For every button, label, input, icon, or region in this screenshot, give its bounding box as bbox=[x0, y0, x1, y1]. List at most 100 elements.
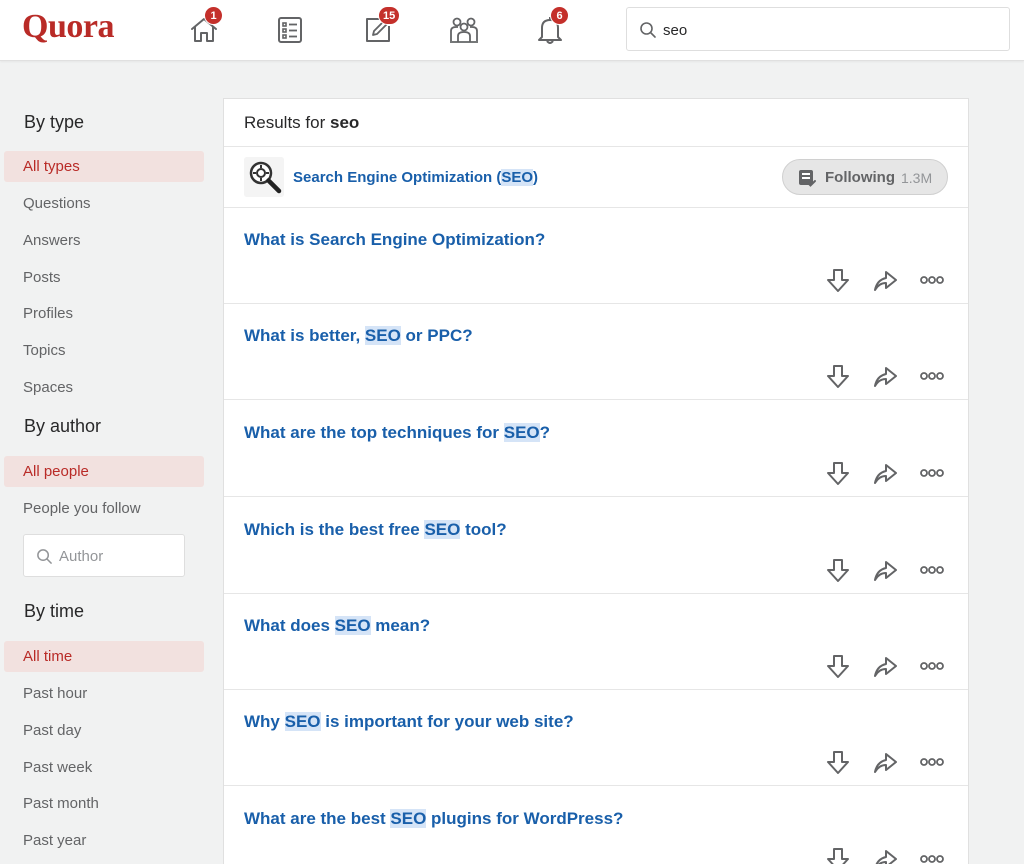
question-title-link[interactable]: What are the best SEO plugins for WordPr… bbox=[244, 809, 623, 829]
filter-all-types[interactable]: All types bbox=[4, 151, 204, 182]
notifications-badge: 6 bbox=[550, 6, 569, 25]
filter-spaces[interactable]: Spaces bbox=[4, 372, 204, 403]
question-title-link[interactable]: What is better, SEO or PPC? bbox=[244, 326, 473, 346]
question-text-after: tool? bbox=[460, 520, 507, 539]
question-text: Which is the best free bbox=[244, 520, 425, 539]
question-result-row: What is Search Engine Optimization? bbox=[224, 208, 968, 304]
more-options-button[interactable] bbox=[918, 845, 946, 864]
author-search-box[interactable] bbox=[23, 534, 185, 577]
follower-count: 1.3M bbox=[901, 170, 933, 186]
filter-topics[interactable]: Topics bbox=[4, 335, 204, 366]
filter-past-year[interactable]: Past year bbox=[4, 825, 204, 856]
topic-name-link[interactable]: Search Engine Optimization (SEO) bbox=[293, 169, 538, 186]
more-options-button[interactable] bbox=[918, 556, 946, 584]
downvote-button[interactable] bbox=[824, 459, 852, 487]
question-result-row: Why SEO is important for your web site? bbox=[224, 690, 968, 786]
results-query: seo bbox=[329, 113, 360, 132]
people-group-icon bbox=[450, 17, 478, 43]
share-icon bbox=[871, 850, 899, 864]
more-options-button[interactable] bbox=[918, 748, 946, 776]
search-input[interactable] bbox=[663, 18, 993, 42]
filter-people-you-follow[interactable]: People you follow bbox=[4, 493, 204, 524]
question-title-link[interactable]: Why SEO is important for your web site? bbox=[244, 712, 574, 732]
question-title-link[interactable]: What is Search Engine Optimization? bbox=[244, 230, 545, 250]
topic-result[interactable]: Search Engine Optimization (SEO) Followi… bbox=[224, 147, 968, 208]
following-label: Following bbox=[825, 169, 895, 186]
downvote-button[interactable] bbox=[824, 652, 852, 680]
question-text-after: is important for your web site? bbox=[320, 712, 574, 731]
following-nav-button[interactable] bbox=[272, 12, 308, 48]
question-text-after: or PPC? bbox=[400, 326, 473, 345]
share-button[interactable] bbox=[871, 556, 899, 584]
downvote-icon bbox=[824, 269, 852, 298]
more-options-button[interactable] bbox=[918, 362, 946, 390]
filter-all-people[interactable]: All people bbox=[4, 456, 204, 487]
home-nav-button[interactable]: 1 bbox=[186, 6, 223, 48]
downvote-icon bbox=[824, 365, 852, 394]
share-icon bbox=[871, 271, 899, 298]
downvote-button[interactable] bbox=[824, 266, 852, 294]
share-button[interactable] bbox=[871, 459, 899, 487]
more-options-button[interactable] bbox=[918, 652, 946, 680]
question-result-row: What is better, SEO or PPC? bbox=[224, 304, 968, 400]
filter-profiles[interactable]: Profiles bbox=[4, 298, 204, 329]
by-author-heading: By author bbox=[24, 416, 102, 436]
downvote-button[interactable] bbox=[824, 556, 852, 584]
following-button[interactable]: Following 1.3M bbox=[782, 159, 948, 195]
downvote-button[interactable] bbox=[824, 362, 852, 390]
spaces-nav-button[interactable] bbox=[446, 12, 482, 48]
question-title-link[interactable]: What are the top techniques for SEO? bbox=[244, 423, 550, 443]
more-dots-icon bbox=[918, 276, 946, 298]
following-check-icon bbox=[799, 170, 816, 187]
search-box[interactable] bbox=[626, 7, 1010, 51]
more-options-button[interactable] bbox=[918, 266, 946, 294]
more-options-button[interactable] bbox=[918, 459, 946, 487]
search-icon bbox=[640, 22, 656, 38]
quora-logo[interactable]: Quora bbox=[22, 8, 114, 46]
share-button[interactable] bbox=[871, 362, 899, 390]
filter-all-time[interactable]: All time bbox=[4, 641, 204, 672]
downvote-icon bbox=[824, 848, 852, 864]
question-text: What is Search Engine Optimization? bbox=[244, 230, 546, 249]
downvote-icon bbox=[824, 462, 852, 491]
topic-name-before: Search Engine Optimization ( bbox=[293, 169, 502, 186]
answer-nav-button[interactable]: 15 bbox=[360, 6, 401, 48]
results-prefix: Results for bbox=[244, 113, 330, 132]
question-title-link[interactable]: Which is the best free SEO tool? bbox=[244, 520, 507, 540]
more-dots-icon bbox=[918, 566, 946, 588]
question-result-row: What are the best SEO plugins for WordPr… bbox=[224, 787, 968, 864]
question-text-after: ? bbox=[539, 423, 551, 442]
share-icon bbox=[871, 753, 899, 780]
author-input[interactable] bbox=[59, 545, 179, 567]
filter-questions[interactable]: Questions bbox=[4, 188, 204, 219]
filter-past-day[interactable]: Past day bbox=[4, 715, 204, 746]
filter-posts[interactable]: Posts bbox=[4, 262, 204, 293]
question-text-after: plugins for WordPress? bbox=[426, 809, 624, 828]
share-icon bbox=[871, 561, 899, 588]
question-text: What is better, bbox=[244, 326, 365, 345]
share-button[interactable] bbox=[871, 266, 899, 294]
downvote-button[interactable] bbox=[824, 845, 852, 864]
share-button[interactable] bbox=[871, 652, 899, 680]
results-panel: Results for seo Search Engine Optimizati… bbox=[223, 98, 969, 864]
filter-past-hour[interactable]: Past hour bbox=[4, 678, 204, 709]
filter-answers[interactable]: Answers bbox=[4, 225, 204, 256]
search-icon bbox=[37, 549, 52, 564]
downvote-icon bbox=[824, 751, 852, 780]
question-result-row: What are the top techniques for SEO? bbox=[224, 401, 968, 497]
question-title-link[interactable]: What does SEO mean? bbox=[244, 616, 430, 636]
question-highlight: SEO bbox=[334, 616, 371, 635]
downvote-button[interactable] bbox=[824, 748, 852, 776]
filter-past-month[interactable]: Past month bbox=[4, 788, 204, 819]
question-result-row: Which is the best free SEO tool? bbox=[224, 498, 968, 594]
top-header: Quora 1 15 6 seo bbox=[0, 0, 1024, 61]
share-button[interactable] bbox=[871, 845, 899, 864]
question-result-row: What does SEO mean? bbox=[224, 594, 968, 690]
notifications-nav-button[interactable]: 6 bbox=[532, 6, 569, 48]
share-button[interactable] bbox=[871, 748, 899, 776]
topic-name-after: ) bbox=[533, 169, 539, 186]
question-text-after: mean? bbox=[370, 616, 431, 635]
filter-past-week[interactable]: Past week bbox=[4, 752, 204, 783]
by-type-heading: By type bbox=[24, 112, 85, 132]
question-highlight: SEO bbox=[424, 520, 461, 539]
